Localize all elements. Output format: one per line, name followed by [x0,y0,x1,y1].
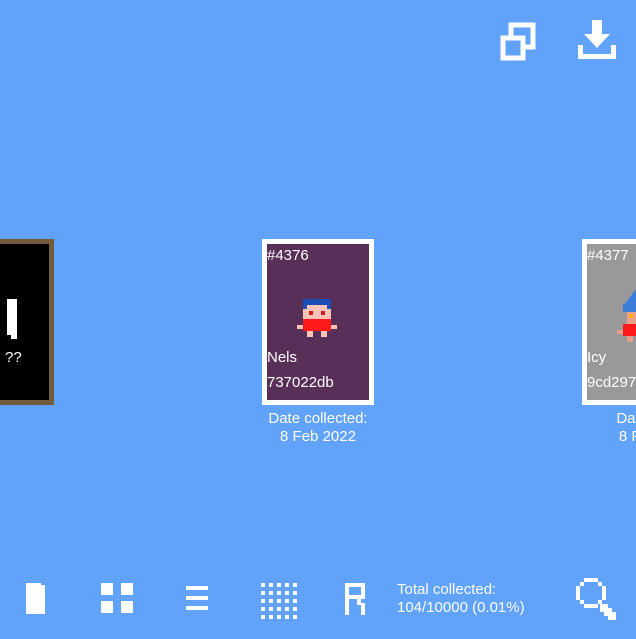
card-hash: 9cd297 [587,374,636,391]
card-current[interactable]: #4376 Nels 737022db [262,239,374,405]
card-next[interactable]: #4377 Icy 9cd297 [582,239,636,405]
mystery-sprite-icon [7,299,21,339]
rarity-r-icon[interactable] [345,583,369,615]
download-icon[interactable] [575,18,619,62]
date-label: Date collected: [268,410,368,427]
character-sprite-icon [617,284,636,344]
grid-view-icon[interactable] [101,583,135,615]
card-number: #4376 [267,247,309,264]
date-collected: Date collected: 8 Feb 2022 [238,410,398,446]
date-value: 8 Feb [618,428,636,445]
card-name: Nels [267,349,298,366]
dense-grid-view-icon[interactable] [261,583,299,619]
date-collected: Date c 8 Feb [558,410,636,446]
card-number: #4377 [587,247,629,264]
character-sprite-icon [297,299,339,341]
total-label: Total collected: [397,581,497,598]
single-card-view-icon[interactable] [26,583,48,615]
date-value: 8 Feb 2022 [280,428,356,445]
card-previous[interactable]: ?? [0,239,54,405]
card-hash: 737022db [267,374,334,391]
list-view-icon[interactable] [186,586,210,612]
total-value: 104/10000 (0.01%) [397,599,525,616]
card-name: Icy [587,349,607,366]
total-collected: Total collected: 104/10000 (0.01%) [397,581,525,617]
search-icon[interactable] [576,578,620,622]
date-label: Date c [616,410,636,427]
window-stack-icon[interactable] [497,21,541,65]
card-name: ?? [5,349,22,366]
collection-viewer: ?? #4376 Nels 737022db Date collected: 8… [0,0,636,639]
